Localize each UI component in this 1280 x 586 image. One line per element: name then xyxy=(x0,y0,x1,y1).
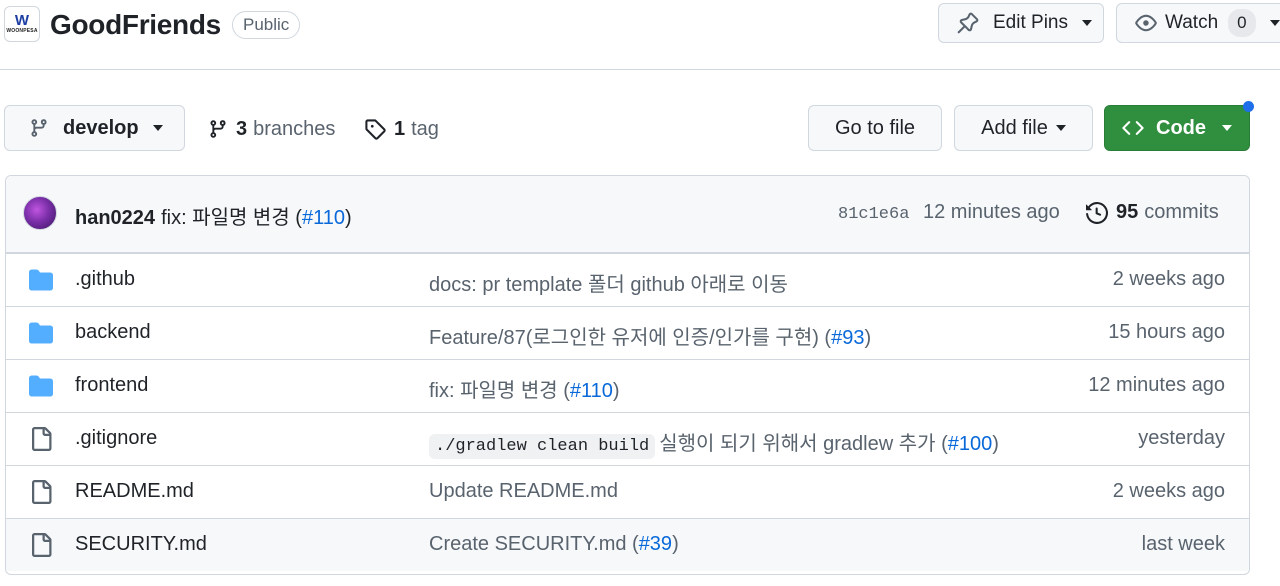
file-row[interactable]: README.md Update README.md 2 weeks ago xyxy=(6,465,1249,518)
tag-icon xyxy=(365,119,386,140)
file-name[interactable]: frontend xyxy=(75,374,148,397)
file-row[interactable]: .gitignore ./gradlew clean build 실행이 되기 위… xyxy=(6,412,1249,465)
latest-commit-message: han0224 fix: 파일명 변경 (#110) xyxy=(75,201,352,230)
file-age: last week xyxy=(1141,533,1225,555)
file-name[interactable]: backend xyxy=(75,321,151,344)
commit-message-suffix: ) xyxy=(344,207,352,229)
go-to-file-button[interactable]: Go to file xyxy=(808,105,942,151)
tags-count: 1 xyxy=(394,117,406,140)
file-age: 2 weeks ago xyxy=(1112,268,1225,290)
watch-label: Watch xyxy=(1165,12,1219,33)
file-name[interactable]: .github xyxy=(75,268,135,291)
file-icon xyxy=(32,427,52,451)
pr-link[interactable]: #110 xyxy=(570,380,613,402)
folder-icon xyxy=(29,375,53,397)
file-name[interactable]: README.md xyxy=(75,480,194,503)
file-age: 15 hours ago xyxy=(1108,321,1225,343)
branch-icon xyxy=(31,119,47,137)
chevron-down-icon xyxy=(1222,125,1232,131)
latest-commit-bar: han0224 fix: 파일명 변경 (#110) 81c1e6a 12 min… xyxy=(6,176,1249,253)
eye-icon xyxy=(1135,14,1157,32)
code-icon xyxy=(1122,121,1144,135)
tags-label: tag xyxy=(411,117,439,140)
logo-letter: W xyxy=(14,12,30,29)
branches-label: branches xyxy=(253,117,336,140)
add-file-label: Add file xyxy=(981,116,1048,139)
file-row[interactable]: SECURITY.md Create SECURITY.md (#39) las… xyxy=(6,518,1249,571)
go-to-file-label: Go to file xyxy=(834,116,916,139)
branches-count: 3 xyxy=(236,117,248,140)
chevron-down-icon xyxy=(1081,20,1092,26)
pr-link[interactable]: #100 xyxy=(948,433,993,455)
file-commit-message[interactable]: docs: pr template 폴더 github 아래로 이동 xyxy=(429,268,788,297)
branch-icon xyxy=(210,120,226,138)
file-commit-message[interactable]: Update README.md xyxy=(429,480,618,503)
commits-label: commits xyxy=(1144,201,1219,223)
header-divider xyxy=(0,69,1280,70)
file-commit-message[interactable]: Create SECURITY.md (#39) xyxy=(429,533,679,556)
history-icon xyxy=(1086,201,1108,224)
commits-history-link[interactable]: 95 commits xyxy=(1086,201,1219,224)
chevron-down-icon xyxy=(152,125,163,131)
inline-code: ./gradlew clean build xyxy=(429,434,656,459)
logo-text: WOONPESA xyxy=(6,28,38,34)
file-age: 12 minutes ago xyxy=(1088,374,1225,396)
tags-link[interactable]: 1 tag xyxy=(364,115,439,143)
pin-icon xyxy=(957,12,979,34)
commit-sha[interactable]: 81c1e6a xyxy=(838,205,909,224)
file-icon xyxy=(32,480,52,504)
commit-time: 12 minutes ago xyxy=(923,201,1060,223)
commits-count: 95 xyxy=(1116,201,1139,223)
folder-icon xyxy=(29,269,53,291)
file-browser: han0224 fix: 파일명 변경 (#110) 81c1e6a 12 min… xyxy=(5,175,1250,575)
branch-select-button[interactable]: develop xyxy=(4,105,185,151)
visibility-badge: Public xyxy=(232,11,301,39)
edit-pins-label: Edit Pins xyxy=(993,12,1068,33)
notification-dot xyxy=(1243,101,1254,112)
watch-count: 0 xyxy=(1228,9,1256,37)
avatar[interactable] xyxy=(23,196,57,230)
file-row[interactable]: .github docs: pr template 폴더 github 아래로 … xyxy=(6,253,1249,306)
watch-button[interactable]: Watch 0 xyxy=(1116,3,1280,43)
folder-icon xyxy=(29,322,53,344)
file-row[interactable]: frontend fix: 파일명 변경 (#110) 12 minutes a… xyxy=(6,359,1249,412)
file-age: yesterday xyxy=(1138,427,1225,449)
commit-pr-link[interactable]: #110 xyxy=(302,207,345,229)
file-commit-message[interactable]: fix: 파일명 변경 (#110) xyxy=(429,374,620,403)
chevron-down-icon xyxy=(1055,125,1066,131)
code-label: Code xyxy=(1156,116,1206,139)
code-button[interactable]: Code xyxy=(1104,105,1250,151)
pr-link[interactable]: #39 xyxy=(639,533,672,555)
branch-name: develop xyxy=(63,116,139,139)
file-name[interactable]: SECURITY.md xyxy=(75,533,207,556)
file-age: 2 weeks ago xyxy=(1112,480,1225,502)
file-commit-message[interactable]: ./gradlew clean build 실행이 되기 위해서 gradlew … xyxy=(429,427,999,459)
repo-name[interactable]: GoodFriends xyxy=(50,6,221,44)
file-icon xyxy=(32,533,52,557)
branches-link[interactable]: 3 branches xyxy=(208,115,335,143)
file-name[interactable]: .gitignore xyxy=(75,427,157,450)
repo-owner-logo[interactable]: W WOONPESA xyxy=(4,6,40,42)
chevron-down-icon xyxy=(1269,20,1280,26)
add-file-button[interactable]: Add file xyxy=(954,105,1093,151)
file-commit-message[interactable]: Feature/87(로그인한 유저에 인증/인가를 구현) (#93) xyxy=(429,321,871,350)
commit-author[interactable]: han0224 xyxy=(75,207,155,229)
file-row[interactable]: backend Feature/87(로그인한 유저에 인증/인가를 구현) (… xyxy=(6,306,1249,359)
pr-link[interactable]: #93 xyxy=(831,327,864,349)
commit-message-text[interactable]: fix: 파일명 변경 ( xyxy=(161,207,302,229)
edit-pins-button[interactable]: Edit Pins xyxy=(938,3,1104,43)
